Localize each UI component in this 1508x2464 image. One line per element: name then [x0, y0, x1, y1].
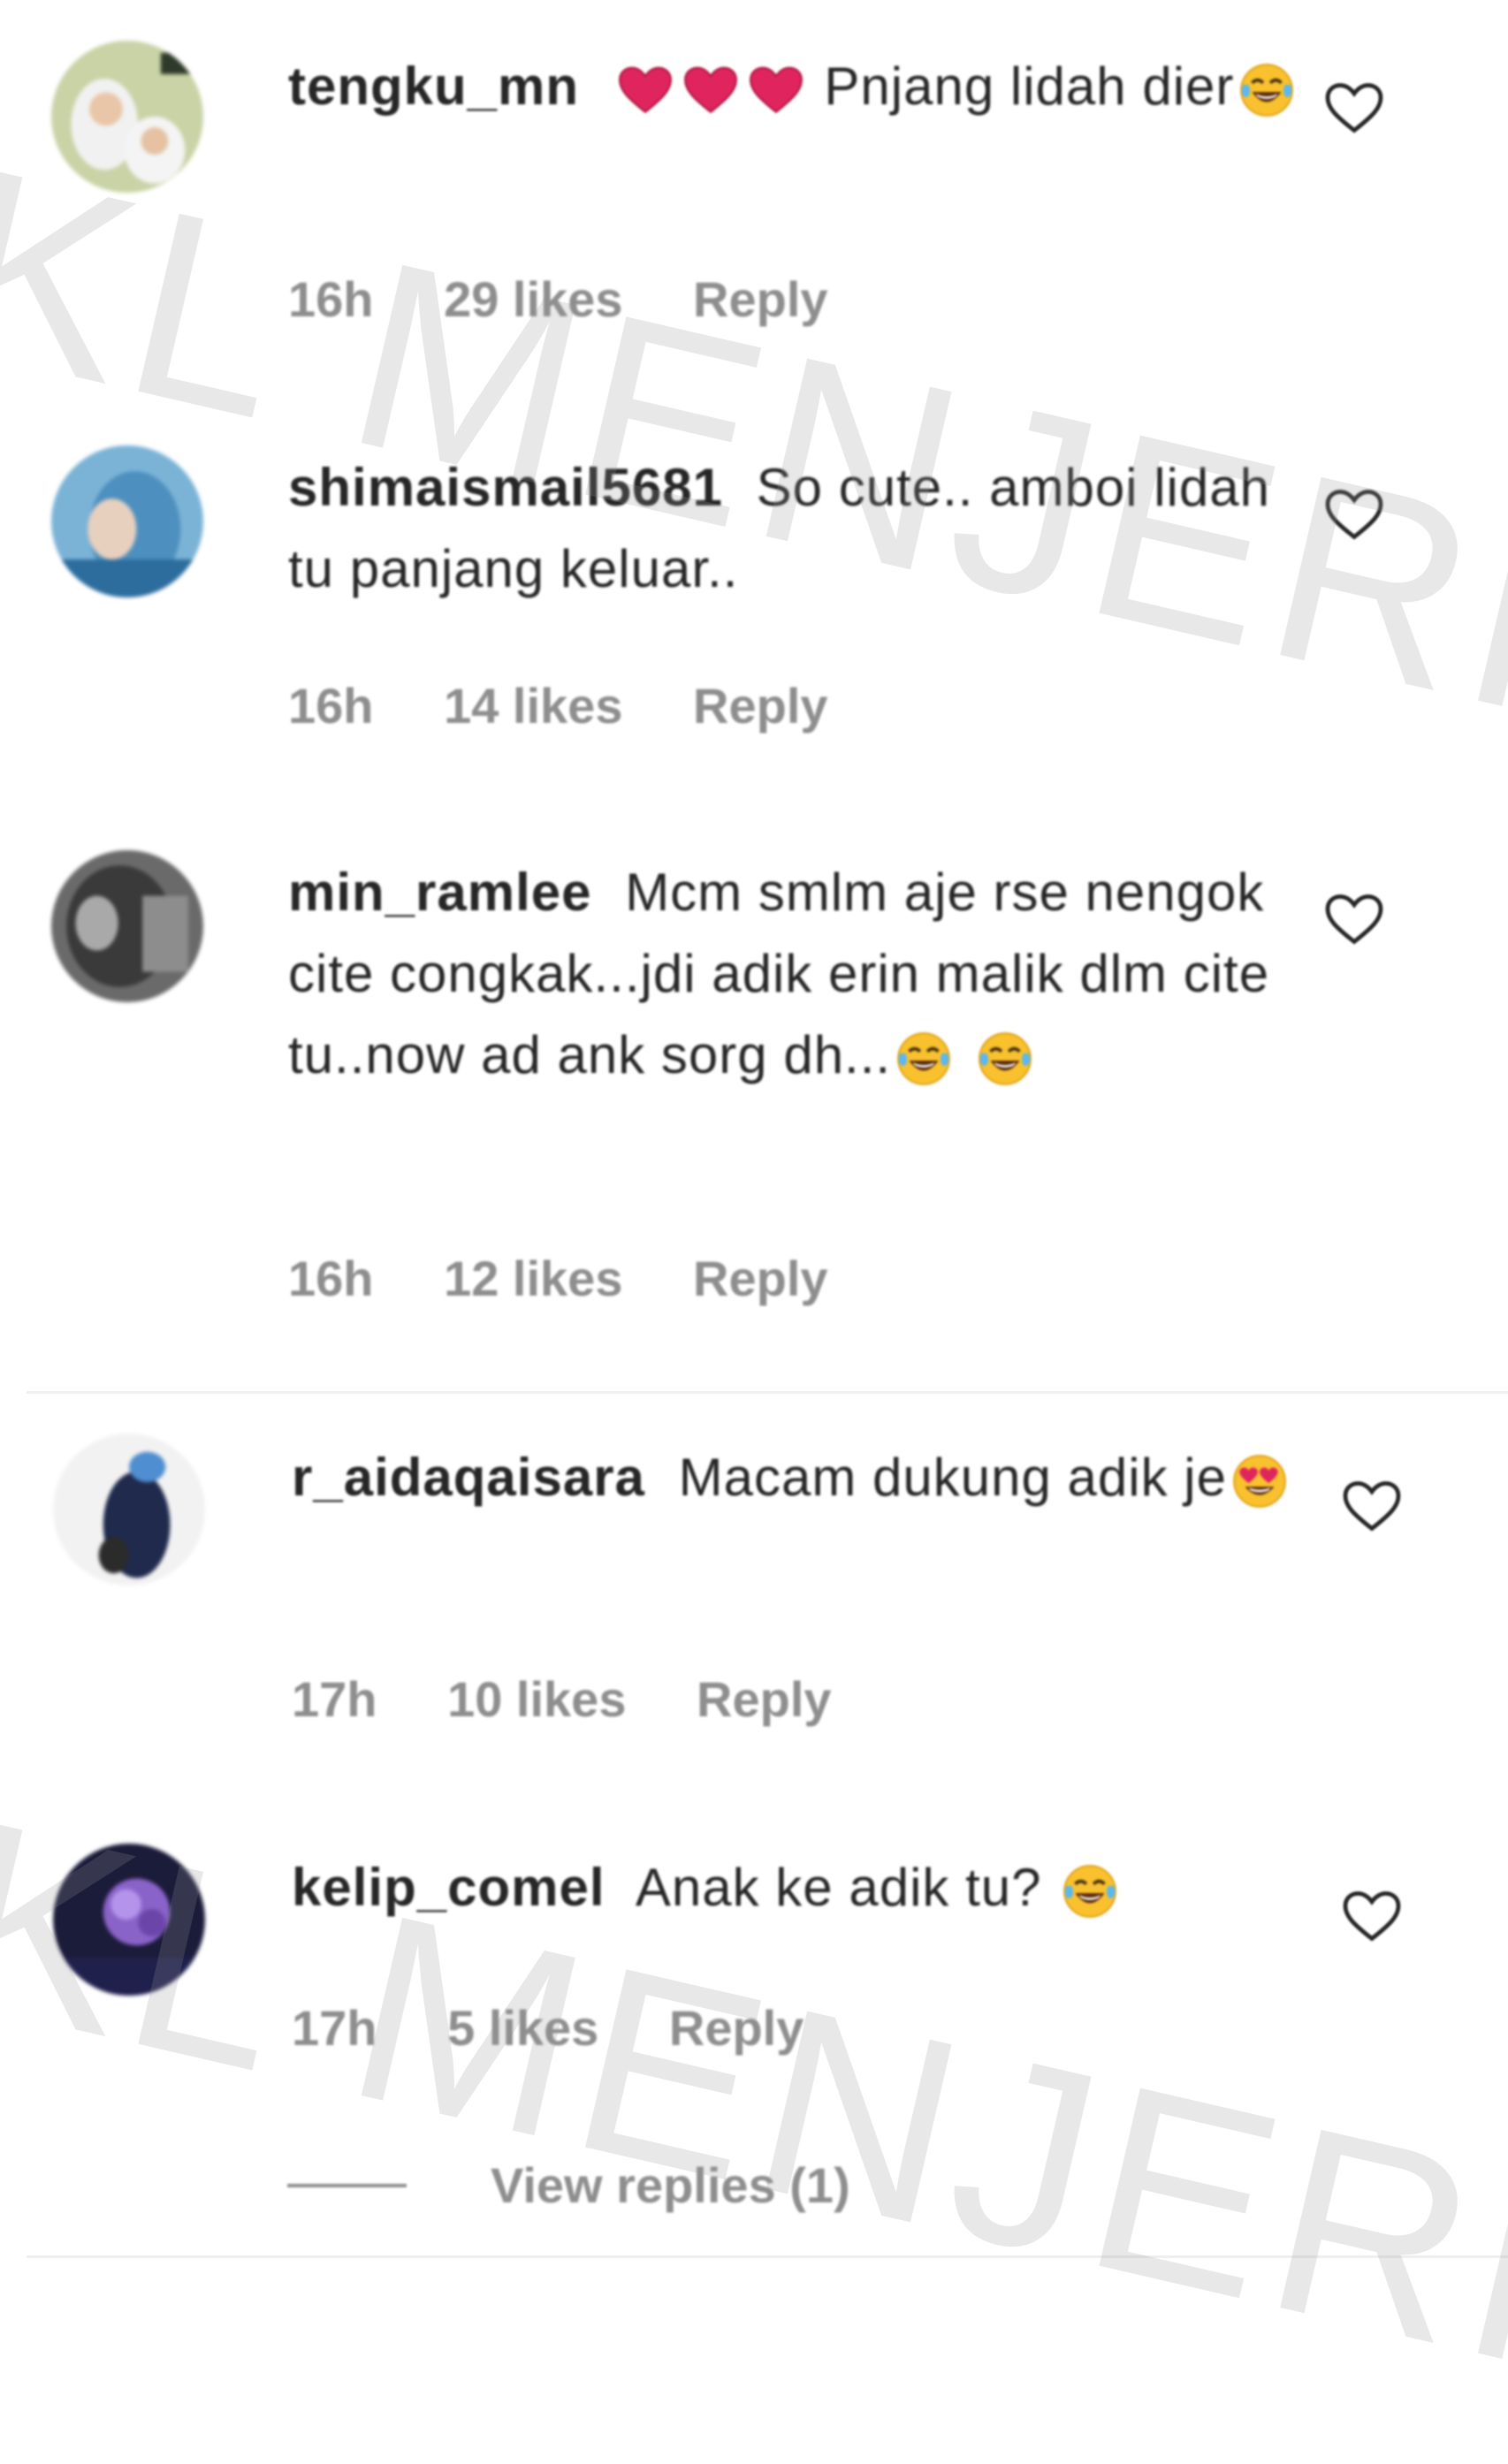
view-replies-label: View replies (1) [491, 2157, 850, 2213]
comment-body: Pnjang lidah dier [824, 57, 1235, 116]
reply-button[interactable]: Reply [693, 1251, 828, 1306]
comment-time[interactable]: 16h [288, 1251, 374, 1306]
avatar[interactable] [51, 445, 203, 597]
like-heart-icon[interactable] [1322, 483, 1386, 546]
reply-button[interactable]: Reply [669, 2000, 804, 2056]
comment-time[interactable]: 17h [292, 2000, 377, 2056]
comment-username[interactable]: kelip_comel [292, 1858, 605, 1917]
comment-likes[interactable]: 29 likes [444, 271, 622, 327]
comment-likes[interactable]: 14 likes [444, 678, 622, 734]
divider [27, 1391, 1508, 1394]
comment-time[interactable]: 16h [288, 271, 374, 327]
comment-time[interactable]: 17h [292, 1671, 377, 1727]
comment-text: min_ramlee Mcm smlm aje rse nengok cite … [288, 852, 1331, 1096]
comment-text: tengku_mn Pnjang lidah dier [288, 46, 1331, 127]
comments-feed: tengku_mn Pnjang lidah dier 16h 29 likes… [0, 0, 1508, 2460]
comment-text: shimaismail5681 So cute.. amboi lidah tu… [288, 447, 1331, 610]
divider [27, 2255, 1508, 2258]
face-with-tears-of-joy-icon [976, 1030, 1034, 1088]
comment-likes[interactable]: 12 likes [444, 1251, 622, 1306]
comment-username[interactable]: min_ramlee [288, 863, 592, 922]
replies-line [287, 2183, 407, 2187]
reply-button[interactable]: Reply [693, 678, 828, 734]
face-with-tears-of-joy-icon [895, 1030, 953, 1088]
comment-meta: 16h 14 likes Reply [288, 677, 885, 734]
comment-text: kelip_comel Anak ke adik tu? [292, 1847, 1335, 1928]
comment-username[interactable]: tengku_mn [288, 57, 579, 116]
avatar[interactable] [53, 1844, 205, 1996]
comment-meta: 16h 12 likes Reply [288, 1250, 885, 1307]
red-heart-icon [747, 61, 805, 119]
reply-button[interactable]: Reply [697, 1671, 832, 1727]
comment-likes[interactable]: 10 likes [447, 1671, 626, 1727]
face-with-tears-of-joy-icon [1061, 1862, 1119, 1920]
view-replies-button[interactable]: View replies (1) [287, 2156, 850, 2214]
comment-meta: 17h 5 likes Reply [292, 1999, 860, 2057]
face-with-tears-of-joy-icon [1238, 61, 1296, 119]
comment-username[interactable]: r_aidaqaisara [292, 1448, 645, 1507]
comment-text: r_aidaqaisara Macam dukung adik je [292, 1437, 1335, 1518]
avatar[interactable] [53, 1434, 205, 1586]
red-heart-icon [616, 61, 674, 119]
comment-meta: 16h 29 likes Reply [288, 270, 885, 328]
reply-button[interactable]: Reply [693, 271, 828, 327]
avatar[interactable] [51, 850, 203, 1002]
avatar[interactable] [51, 41, 203, 193]
comment-time[interactable]: 16h [288, 678, 374, 734]
comment-meta: 17h 10 likes Reply [292, 1670, 888, 1728]
comment-likes[interactable]: 5 likes [447, 2000, 598, 2056]
comment-username[interactable]: shimaismail5681 [288, 458, 723, 517]
like-heart-icon[interactable] [1340, 1884, 1404, 1948]
comment-body: Macam dukung adik je [678, 1448, 1227, 1507]
heart-eyes-face-icon [1230, 1452, 1289, 1510]
like-heart-icon[interactable] [1322, 887, 1386, 951]
comment-body: Anak ke adik tu? [635, 1858, 1042, 1917]
like-heart-icon[interactable] [1322, 76, 1386, 140]
like-heart-icon[interactable] [1340, 1474, 1404, 1538]
red-heart-icon [682, 61, 740, 119]
